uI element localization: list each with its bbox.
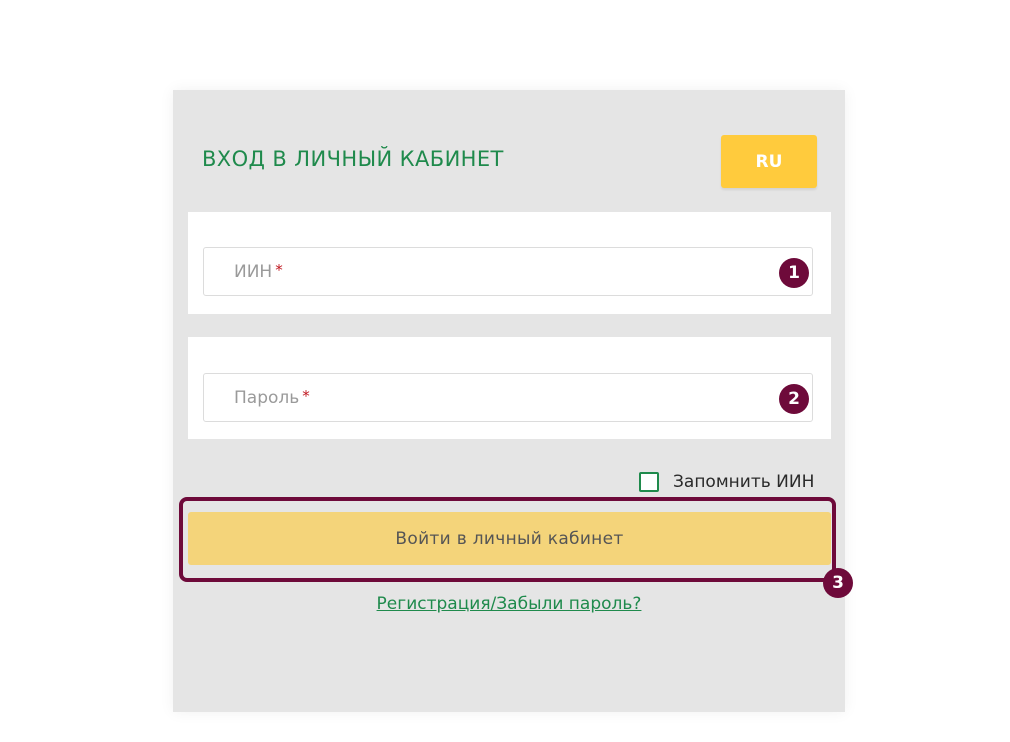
iin-placeholder: ИИН * bbox=[234, 261, 283, 282]
step-marker-2: 2 bbox=[779, 384, 809, 414]
password-panel: Пароль * 2 bbox=[188, 337, 831, 439]
required-mark: * bbox=[275, 261, 283, 279]
password-field[interactable]: Пароль * 2 bbox=[203, 373, 813, 422]
step-marker-1: 1 bbox=[779, 258, 809, 288]
register-forgot-link[interactable]: Регистрация/Забыли пароль? bbox=[173, 594, 845, 614]
remember-checkbox[interactable] bbox=[639, 472, 659, 492]
iin-field[interactable]: ИИН * 1 bbox=[203, 247, 813, 296]
remember-iin[interactable]: Запомнить ИИН bbox=[639, 470, 814, 494]
password-placeholder-text: Пароль bbox=[234, 388, 300, 408]
language-button[interactable]: RU bbox=[721, 135, 817, 188]
iin-placeholder-text: ИИН bbox=[234, 262, 273, 282]
highlight-outline bbox=[179, 497, 836, 582]
iin-panel: ИИН * 1 bbox=[188, 212, 831, 314]
required-mark: * bbox=[302, 387, 310, 405]
password-placeholder: Пароль * bbox=[234, 387, 310, 408]
page-title: ВХОД В ЛИЧНЫЙ КАБИНЕТ bbox=[202, 147, 504, 171]
login-card: ВХОД В ЛИЧНЫЙ КАБИНЕТ RU ИИН * 1 Пароль * … bbox=[173, 90, 853, 712]
remember-label: Запомнить ИИН bbox=[673, 472, 815, 492]
